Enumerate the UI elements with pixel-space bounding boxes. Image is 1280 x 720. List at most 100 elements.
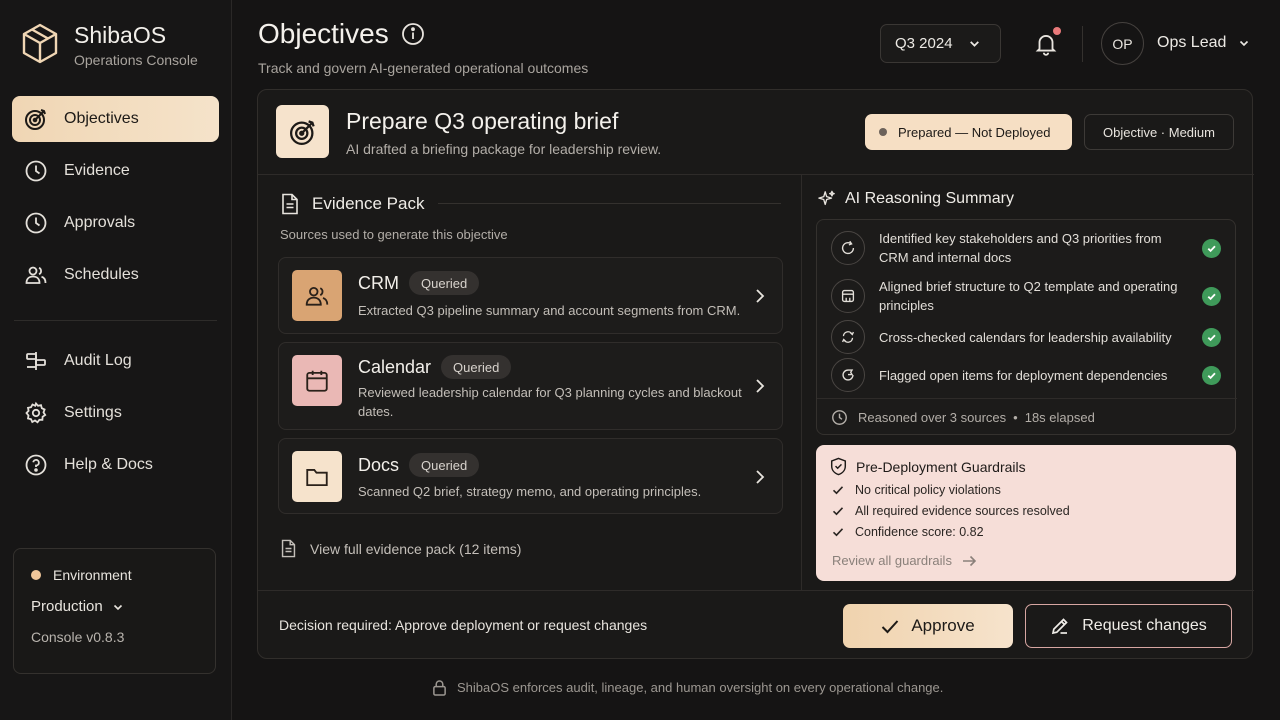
view-full-evidence-label: View full evidence pack (12 items) — [310, 540, 522, 557]
sidebar-divider — [14, 320, 217, 321]
view-full-evidence-link[interactable]: View full evidence pack (12 items) — [280, 539, 521, 558]
sidebar-item-label: Help & Docs — [64, 456, 153, 473]
chevron-right-icon — [755, 288, 765, 304]
cube-logo-icon — [20, 22, 60, 66]
flag-icon — [831, 358, 865, 392]
check-icon — [832, 507, 844, 516]
source-description: Reviewed leadership calendar for Q3 plan… — [358, 385, 742, 419]
guardrail-item: Confidence score: 0.82 — [832, 525, 984, 539]
check-icon — [832, 528, 844, 537]
source-description: Scanned Q2 brief, strategy memo, and ope… — [358, 484, 702, 499]
reasoning-step-text: Identified key stakeholders and Q3 prior… — [879, 231, 1162, 265]
document-icon — [280, 539, 297, 558]
review-guardrails-link[interactable]: Review all guardrails — [832, 553, 977, 568]
audit-icon — [24, 349, 48, 373]
chevron-right-icon — [755, 469, 765, 485]
reasoning-sources: Reasoned over 3 sources — [858, 410, 1007, 425]
status-badge-label: Prepared — Not Deployed — [898, 124, 1051, 140]
page-footer: ShibaOS enforces audit, lineage, and hum… — [432, 679, 943, 696]
reasoning-step: Identified key stakeholders and Q3 prior… — [831, 229, 1221, 267]
ai-reasoning-panel: Identified key stakeholders and Q3 prior… — [816, 219, 1237, 435]
sidebar-item-audit-log[interactable]: Audit Log — [12, 338, 219, 384]
brand-name: ShibaOS — [74, 22, 167, 48]
source-description: Extracted Q3 pipeline summary and accoun… — [358, 303, 741, 318]
evidence-title: Evidence Pack — [312, 194, 425, 213]
source-icon-tile — [292, 355, 342, 406]
sidebar-item-label: Evidence — [64, 162, 130, 179]
period-selector[interactable]: Q3 2024 — [880, 24, 1001, 63]
review-guardrails-label: Review all guardrails — [832, 553, 952, 568]
environment-label: Environment — [53, 567, 132, 583]
check-icon — [1202, 327, 1221, 347]
check-icon — [1202, 238, 1221, 258]
source-status-pill: Queried — [409, 271, 480, 295]
sidebar-item-schedules[interactable]: Schedules — [12, 252, 219, 298]
clock-icon — [24, 211, 48, 235]
sync-icon — [831, 320, 865, 354]
users-icon — [24, 263, 48, 287]
sidebar-item-help-docs[interactable]: Help & Docs — [12, 442, 219, 488]
user-menu[interactable]: Ops Lead — [1157, 34, 1250, 52]
ai-reasoning-title: AI Reasoning Summary — [845, 190, 1014, 207]
help-icon — [24, 453, 48, 477]
status-dot — [879, 128, 887, 136]
objective-subtitle: AI drafted a briefing package for leader… — [346, 141, 662, 157]
evidence-source-crm[interactable]: CRM Queried Extracted Q3 pipeline summar… — [278, 257, 783, 334]
gear-icon — [24, 401, 48, 425]
check-icon — [832, 486, 844, 495]
guardrails-panel: Pre-Deployment Guardrails No critical po… — [816, 445, 1236, 581]
sidebar-item-label: Schedules — [64, 266, 139, 283]
reasoning-step: Cross-checked calendars for leadership a… — [831, 320, 1221, 354]
objective-icon — [276, 105, 329, 158]
sidebar-item-approvals[interactable]: Approvals — [12, 200, 219, 246]
reasoning-step-text: Aligned brief structure to Q2 template a… — [879, 279, 1178, 313]
environment-value: Production — [31, 598, 103, 615]
sidebar-item-label: Settings — [64, 404, 122, 421]
footer-text: ShibaOS enforces audit, lineage, and hum… — [457, 680, 944, 695]
source-icon-tile — [292, 451, 342, 502]
check-icon — [1202, 286, 1221, 306]
environment-status-dot — [31, 570, 41, 580]
avatar[interactable]: OP — [1101, 22, 1144, 65]
request-changes-button[interactable]: Request changes — [1025, 604, 1232, 648]
guardrail-text: No critical policy violations — [855, 483, 1001, 497]
evidence-subtitle: Sources used to generate this objective — [280, 227, 508, 242]
chevron-right-icon — [755, 378, 765, 394]
reasoning-step: Aligned brief structure to Q2 template a… — [831, 277, 1221, 315]
notification-badge — [1053, 27, 1061, 35]
sidebar-item-settings[interactable]: Settings — [12, 390, 219, 436]
evidence-source-docs[interactable]: Docs Queried Scanned Q2 brief, strategy … — [278, 438, 783, 514]
reasoning-step-text: Cross-checked calendars for leadership a… — [879, 329, 1172, 345]
evidence-header-rule — [438, 203, 781, 204]
objective-card: Prepare Q3 operating brief AI drafted a … — [257, 89, 1254, 659]
environment-selector[interactable]: Production — [31, 598, 215, 615]
user-name: Ops Lead — [1157, 34, 1227, 51]
approve-label: Approve — [911, 616, 975, 635]
sparkle-icon — [818, 190, 836, 208]
sidebar-item-label: Audit Log — [64, 352, 132, 369]
page-title: Objectives — [258, 18, 389, 49]
clock-icon — [24, 159, 48, 183]
source-status-pill: Queried — [441, 355, 512, 379]
evidence-source-calendar[interactable]: Calendar Queried Reviewed leadership cal… — [278, 342, 783, 430]
approve-button[interactable]: Approve — [843, 604, 1013, 648]
sidebar-item-label: Approvals — [64, 214, 136, 231]
type-badge: Objective · Medium — [1084, 114, 1234, 150]
info-icon[interactable] — [401, 22, 425, 46]
arrow-right-icon — [962, 555, 977, 567]
check-icon — [1202, 365, 1221, 385]
sidebar-item-objectives[interactable]: Objectives — [12, 96, 219, 142]
page-subtitle: Track and govern AI-generated operationa… — [258, 60, 589, 76]
layout-icon — [831, 279, 865, 313]
sidebar-item-evidence[interactable]: Evidence — [12, 148, 219, 194]
document-icon — [280, 193, 300, 215]
header-divider — [1082, 26, 1083, 62]
chevron-down-icon — [1238, 37, 1250, 49]
users-icon — [304, 283, 330, 309]
clock-icon — [831, 409, 848, 426]
target-icon — [288, 117, 318, 147]
brand: ShibaOS Operations Console — [20, 22, 198, 68]
secondary-nav: Audit Log Settings Help & Docs — [12, 338, 219, 494]
footer-divider — [258, 590, 1254, 591]
reasoning-elapsed: 18s elapsed — [1024, 410, 1095, 425]
